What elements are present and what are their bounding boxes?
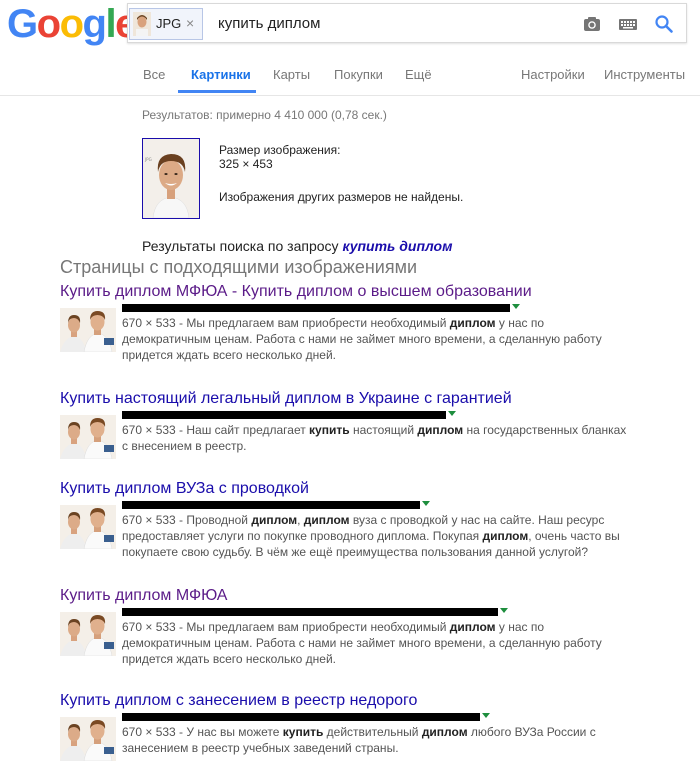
- search-box[interactable]: JPG × купить диплом: [127, 3, 687, 43]
- url-menu-arrow-icon[interactable]: [448, 411, 456, 416]
- chip-thumbnail: [133, 12, 151, 36]
- snippet-highlight: диплом: [421, 725, 468, 739]
- image-chip[interactable]: JPG ×: [129, 8, 203, 40]
- tab-images[interactable]: Картинки: [191, 67, 251, 82]
- url-menu-arrow-icon[interactable]: [422, 501, 430, 506]
- result-title-link[interactable]: Купить диплом МФЮА: [60, 587, 227, 605]
- logo-letter: l: [105, 2, 116, 46]
- result-snippet: 670 × 533 - У нас вы можете купить дейст…: [122, 724, 627, 756]
- snippet-text: действительный: [323, 725, 422, 739]
- results-for-query-link[interactable]: купить диплом: [342, 238, 452, 254]
- snippet-text: 670 × 533 - У нас вы можете: [122, 725, 283, 739]
- results-for-prefix: Результаты поиска по запросу: [142, 238, 343, 254]
- result-title-link[interactable]: Купить диплом с занесением в реестр недо…: [60, 692, 417, 710]
- query-image-thumbnail[interactable]: JPG: [142, 138, 200, 219]
- result-stats: Результатов: примерно 4 410 000 (0,78 се…: [142, 108, 387, 122]
- snippet-highlight: купить: [282, 725, 324, 739]
- result-thumbnail[interactable]: [60, 717, 116, 761]
- section-title: Страницы с подходящими изображениями: [60, 257, 418, 277]
- tab-maps[interactable]: Карты: [273, 67, 310, 82]
- result-thumbnail[interactable]: [60, 308, 116, 352]
- snippet-text: 670 × 533 - Мы предлагаем вам приобрести…: [122, 620, 450, 634]
- snippet-highlight: диплом: [449, 316, 496, 330]
- snippet-text: 670 × 533 - Наш сайт предлагает: [122, 423, 310, 437]
- google-logo[interactable]: Google: [7, 2, 137, 46]
- result-title-link[interactable]: Купить диплом ВУЗа с проводкой: [60, 480, 309, 498]
- results-for-query: Результаты поиска по запросу купить дипл…: [142, 238, 452, 254]
- snippet-highlight: купить: [309, 423, 350, 437]
- no-other-sizes-text: Изображения других размеров не найдены.: [219, 190, 464, 204]
- redacted-url: [122, 608, 498, 616]
- camera-icon[interactable]: [582, 14, 602, 34]
- settings-link[interactable]: Настройки: [521, 67, 585, 82]
- url-menu-arrow-icon[interactable]: [512, 304, 520, 309]
- chip-label: JPG: [156, 16, 182, 31]
- result-snippet: 670 × 533 - Проводной диплом, диплом вуз…: [122, 512, 627, 560]
- result-snippet: 670 × 533 - Мы предлагаем вам приобрести…: [122, 315, 627, 363]
- snippet-highlight: диплом: [251, 513, 298, 527]
- header: Google JPG × купить диплом Все Картинки …: [0, 0, 700, 96]
- result-snippet: 670 × 533 - Мы предлагаем вам приобрести…: [122, 619, 627, 667]
- logo-letter: G: [7, 2, 38, 46]
- url-menu-arrow-icon[interactable]: [500, 608, 508, 613]
- svg-text:JPG: JPG: [144, 157, 152, 162]
- result-title-link[interactable]: Купить настоящий легальный диплом в Укра…: [60, 390, 512, 408]
- snippet-highlight: диплом: [482, 529, 529, 543]
- logo-letter: o: [59, 2, 84, 46]
- tab-shopping[interactable]: Покупки: [334, 67, 383, 82]
- snippet-text: 670 × 533 - Проводной: [122, 513, 252, 527]
- redacted-url: [122, 501, 420, 509]
- image-size-value: 325 × 453: [219, 157, 273, 171]
- url-menu-arrow-icon[interactable]: [482, 713, 490, 718]
- tab-more[interactable]: Ещё: [405, 67, 432, 82]
- snippet-highlight: диплом: [449, 620, 496, 634]
- redacted-url: [122, 304, 510, 312]
- logo-letter: o: [36, 2, 61, 46]
- search-input[interactable]: купить диплом: [218, 15, 320, 32]
- active-tab-indicator: [178, 90, 256, 93]
- image-size-label: Размер изображения:: [219, 143, 341, 157]
- redacted-url: [122, 411, 446, 419]
- logo-letter: g: [82, 2, 107, 46]
- result-snippet: 670 × 533 - Наш сайт предлагает купить н…: [122, 422, 627, 454]
- snippet-highlight: диплом: [417, 423, 464, 437]
- keyboard-icon[interactable]: [618, 14, 638, 34]
- tools-link[interactable]: Инструменты: [604, 67, 685, 82]
- snippet-text: 670 × 533 - Мы предлагаем вам приобрести…: [122, 316, 450, 330]
- tab-all[interactable]: Все: [143, 67, 165, 82]
- search-icon[interactable]: [654, 14, 674, 34]
- snippet-text: ,: [297, 513, 304, 527]
- result-thumbnail[interactable]: [60, 505, 116, 549]
- snippet-text: настоящий: [349, 423, 418, 437]
- snippet-highlight: диплом: [303, 513, 350, 527]
- result-thumbnail[interactable]: [60, 415, 116, 459]
- result-title-link[interactable]: Купить диплом МФЮА - Купить диплом о выс…: [60, 283, 532, 301]
- result-thumbnail[interactable]: [60, 612, 116, 656]
- chip-close-icon[interactable]: ×: [186, 15, 194, 31]
- redacted-url: [122, 713, 480, 721]
